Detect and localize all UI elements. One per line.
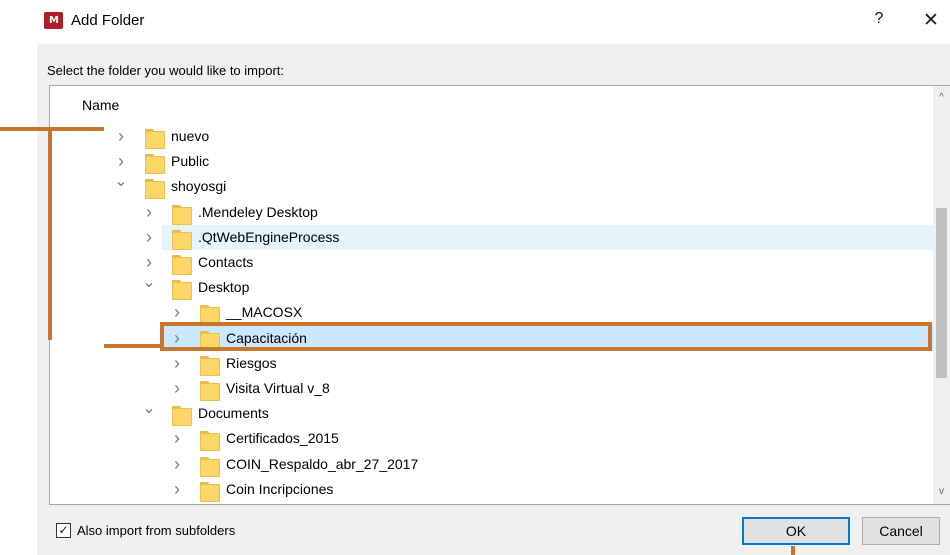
folder-icon <box>172 228 192 250</box>
chevron-right-icon[interactable]: › <box>170 303 184 321</box>
tree-row-label: Desktop <box>198 279 250 296</box>
tree-row-label: .QtWebEngineProcess <box>198 228 340 245</box>
tree-row-desktop[interactable]: ⌄ Desktop <box>50 274 934 301</box>
subfolders-label[interactable]: Also import from subfolders <box>77 523 235 538</box>
annotation-highlight-box <box>160 322 932 351</box>
folder-icon <box>200 303 220 326</box>
chevron-right-icon[interactable]: › <box>170 455 184 473</box>
folder-icon <box>200 354 220 376</box>
tree-row-documents[interactable]: ⌄ Documents <box>50 400 934 427</box>
chevron-right-icon[interactable]: › <box>114 127 128 145</box>
tree-row-label: Visita Virtual v_8 <box>226 380 330 396</box>
checkbox-checked-icon[interactable]: ✓ <box>56 523 71 538</box>
add-folder-dialog: M Add Folder ? ✕ Select the folder you w… <box>37 0 950 555</box>
cancel-button[interactable]: Cancel <box>862 517 940 545</box>
folder-icon <box>200 429 220 452</box>
folder-icon <box>172 278 192 301</box>
folder-icon <box>145 177 165 200</box>
instruction-text: Select the folder you would like to impo… <box>47 63 285 78</box>
folder-icon <box>145 127 165 149</box>
tree-row-label: shoyosgi <box>171 178 227 195</box>
tree-row-label: Coin Incripciones <box>226 480 334 497</box>
scroll-up-arrow-icon[interactable]: ^ <box>933 90 950 106</box>
tree-row-public[interactable]: › Public <box>50 149 934 175</box>
folder-icon <box>172 404 192 427</box>
chevron-down-icon[interactable]: ⌄ <box>142 400 156 418</box>
close-button[interactable]: ✕ <box>919 9 943 33</box>
tree-row-coin-respaldo-abr-27-2017[interactable]: › COIN_Respaldo_abr_27_2017 <box>50 452 934 477</box>
folder-icon <box>200 480 220 502</box>
tree-row-riesgos[interactable]: › Riesgos <box>50 351 934 376</box>
chevron-right-icon[interactable]: › <box>142 228 156 246</box>
tree-row-label: Public <box>171 153 210 170</box>
folder-tree[interactable]: Name › nuevo › Public ⌄ shoyosgi › .Mendeley De… <box>49 85 950 505</box>
tree-row-label: Documents <box>198 405 269 422</box>
tree-row-label: nuevo <box>171 128 210 144</box>
chevron-right-icon[interactable]: › <box>170 480 184 498</box>
chevron-right-icon[interactable]: › <box>170 354 184 372</box>
chevron-right-icon[interactable]: › <box>142 253 156 271</box>
tree-row-label: COIN_Respaldo_abr_27_2017 <box>226 455 419 472</box>
chevron-right-icon[interactable]: › <box>114 152 128 170</box>
annotation-line-middle <box>104 344 162 348</box>
tree-row-visita-virtual-v-8[interactable]: › Visita Virtual v_8 <box>50 376 934 401</box>
mendeley-app-icon: M <box>44 12 63 29</box>
ok-button[interactable]: OK <box>742 517 850 545</box>
annotation-line-vertical <box>48 128 52 340</box>
dialog-title: Add Folder <box>71 12 145 29</box>
chevron-down-icon[interactable]: ⌄ <box>142 274 156 292</box>
column-header-label: Name <box>82 97 120 113</box>
name-column-header[interactable]: Name <box>50 86 934 120</box>
chevron-right-icon[interactable]: › <box>170 429 184 447</box>
annotation-line-top <box>0 127 104 131</box>
vertical-scrollbar[interactable]: ^ v <box>933 86 950 504</box>
tree-row-coin-incripciones[interactable]: › Coin Incripciones <box>50 477 934 502</box>
tree-row-label: Contacts <box>198 254 254 270</box>
chevron-right-icon[interactable]: › <box>142 203 156 221</box>
chevron-down-icon[interactable]: ⌄ <box>114 173 128 191</box>
folder-icon <box>172 253 192 275</box>
tree-row-label: __MACOSX <box>226 304 303 321</box>
tree-row-shoyosgi[interactable]: ⌄ shoyosgi <box>50 173 934 200</box>
tree-row-label: Riesgos <box>226 354 277 371</box>
annotation-line-ok <box>791 546 795 555</box>
tree-row-certificados-2015[interactable]: › Certificados_2015 <box>50 426 934 452</box>
tree-row-nuevo[interactable]: › nuevo <box>50 124 934 149</box>
chevron-right-icon[interactable]: › <box>170 379 184 397</box>
folder-icon <box>200 379 220 401</box>
title-bar[interactable]: M Add Folder ? ✕ <box>37 0 950 44</box>
folder-icon <box>172 203 192 225</box>
tree-row-label: Certificados_2015 <box>226 430 339 447</box>
tree-row-label: .Mendeley Desktop <box>198 203 318 220</box>
scroll-thumb[interactable] <box>936 208 947 378</box>
folder-icon <box>145 152 165 175</box>
tree-row-qtwebengineprocess[interactable]: › .QtWebEngineProcess <box>146 224 934 250</box>
scroll-down-arrow-icon[interactable]: v <box>933 484 950 500</box>
folder-icon <box>200 455 220 477</box>
help-button[interactable]: ? <box>869 10 889 32</box>
tree-row-mendeley-desktop[interactable]: › .Mendeley Desktop <box>50 200 934 225</box>
tree-row-contacts[interactable]: › Contacts <box>50 250 934 275</box>
